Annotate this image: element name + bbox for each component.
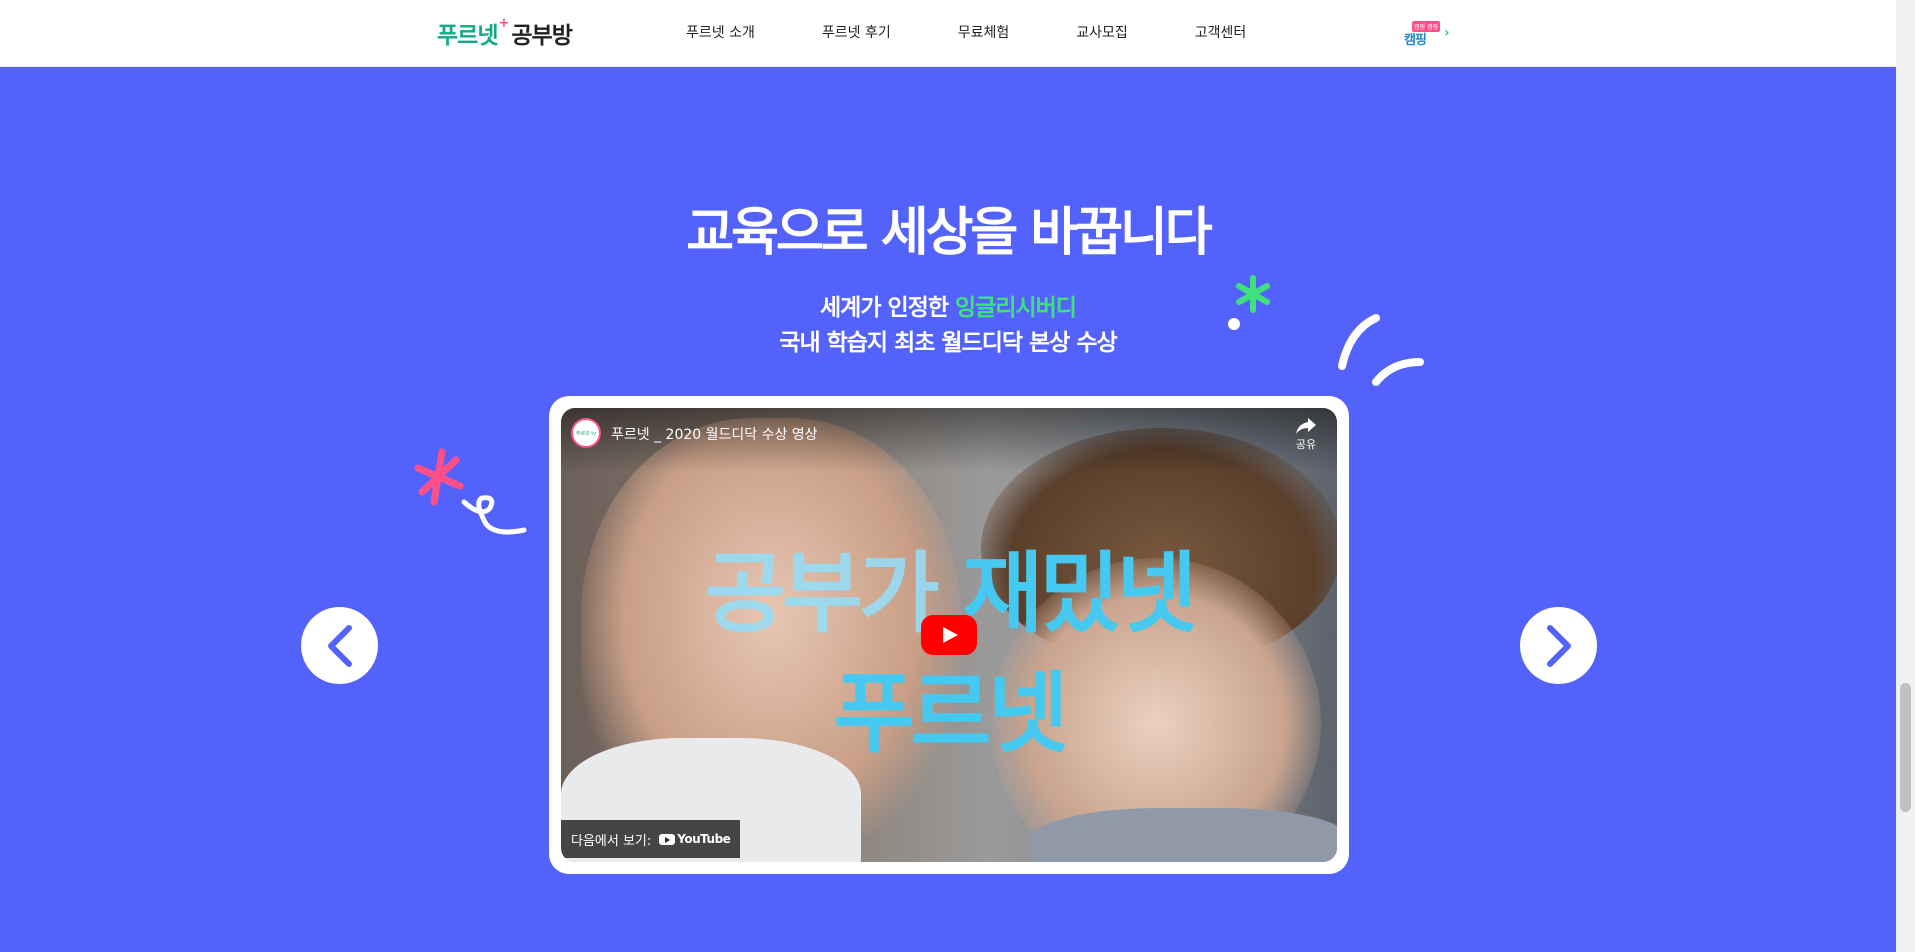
video-overlay-strong: 재밌넷 — [962, 542, 1197, 645]
white-swoosh-icon — [1338, 314, 1424, 386]
nav-item-reviews[interactable]: 푸르넷 후기 — [822, 22, 891, 42]
logo-plus: + — [498, 16, 509, 31]
green-asterisk-icon — [1228, 275, 1270, 330]
nav-item-customer-center[interactable]: 고객센터 — [1195, 22, 1247, 42]
nav-item-teacher-recruit[interactable]: 교사모집 — [1076, 22, 1128, 42]
chevron-right-icon — [1546, 624, 1571, 667]
camp-logo: 캠핑 캠핑 캠핑 — [1400, 20, 1440, 48]
hero-headline: 교육으로 세상을 바꿉니다 — [686, 203, 1212, 263]
youtube-icon — [659, 833, 676, 845]
nav-item-about[interactable]: 푸르넷 소개 — [686, 22, 755, 42]
share-icon — [1296, 418, 1316, 434]
camp-link[interactable]: 캠핑 캠핑 캠핑 › — [1400, 20, 1450, 48]
carousel-next-button[interactable] — [1520, 607, 1597, 684]
nav-item-free-trial[interactable]: 무료체험 — [958, 22, 1010, 42]
youtube-video-player[interactable]: 공부가 재밌넷 푸르넷 푸르넷 tv 푸르넷 _ 2020 월드디닥 수상 영상… — [561, 408, 1337, 862]
camp-label: 캠핑 — [1404, 33, 1427, 48]
share-label: 공유 — [1295, 438, 1317, 451]
watch-on-youtube-button[interactable]: 다음에서 보기: YouTube — [561, 820, 741, 858]
hero-subline-2: 국내 학습지 최초 월드디닥 본상 수상 — [779, 330, 1117, 356]
channel-avatar[interactable]: 푸르넷 tv — [571, 418, 601, 448]
youtube-logo: YouTube — [659, 832, 731, 846]
watch-on-label: 다음에서 보기: — [571, 833, 652, 849]
carousel-prev-button[interactable] — [301, 607, 378, 684]
logo-brand: 푸르넷 — [437, 23, 498, 49]
site-logo[interactable]: 푸르넷 + 공부방 — [437, 16, 573, 50]
hero-subline-1-accent: 잉글리시버디 — [955, 295, 1077, 321]
video-overlay-light: 공부가 — [704, 542, 940, 645]
video-title[interactable]: 푸르넷 _ 2020 월드디닥 수상 영상 — [611, 424, 818, 444]
hero-subline-1-prefix: 세계가 인정한 — [820, 295, 955, 321]
chevron-left-icon — [327, 624, 352, 667]
main-nav: 푸르넷 소개 푸르넷 후기 무료체험 교사모집 고객센터 — [686, 22, 1313, 42]
logo-sub: 공부방 — [511, 23, 572, 49]
youtube-wordmark: YouTube — [677, 832, 731, 846]
chevron-right-icon: › — [1444, 25, 1450, 41]
page-scrollbar[interactable] — [1896, 0, 1915, 952]
play-icon[interactable] — [921, 615, 977, 655]
hero-subline-1: 세계가 인정한 잉글리시버디 — [0, 288, 1896, 322]
site-header: 푸르넷 + 공부방 푸르넷 소개 푸르넷 후기 무료체험 교사모집 고객센터 캠… — [0, 0, 1896, 67]
share-button[interactable]: 공유 — [1288, 418, 1324, 452]
video-thumbnail-shirt-right — [1031, 808, 1337, 862]
pink-asterisk-icon — [414, 448, 527, 535]
video-overlay-line-2: 푸르넷 — [833, 662, 1069, 765]
scrollbar-thumb[interactable] — [1900, 683, 1911, 812]
